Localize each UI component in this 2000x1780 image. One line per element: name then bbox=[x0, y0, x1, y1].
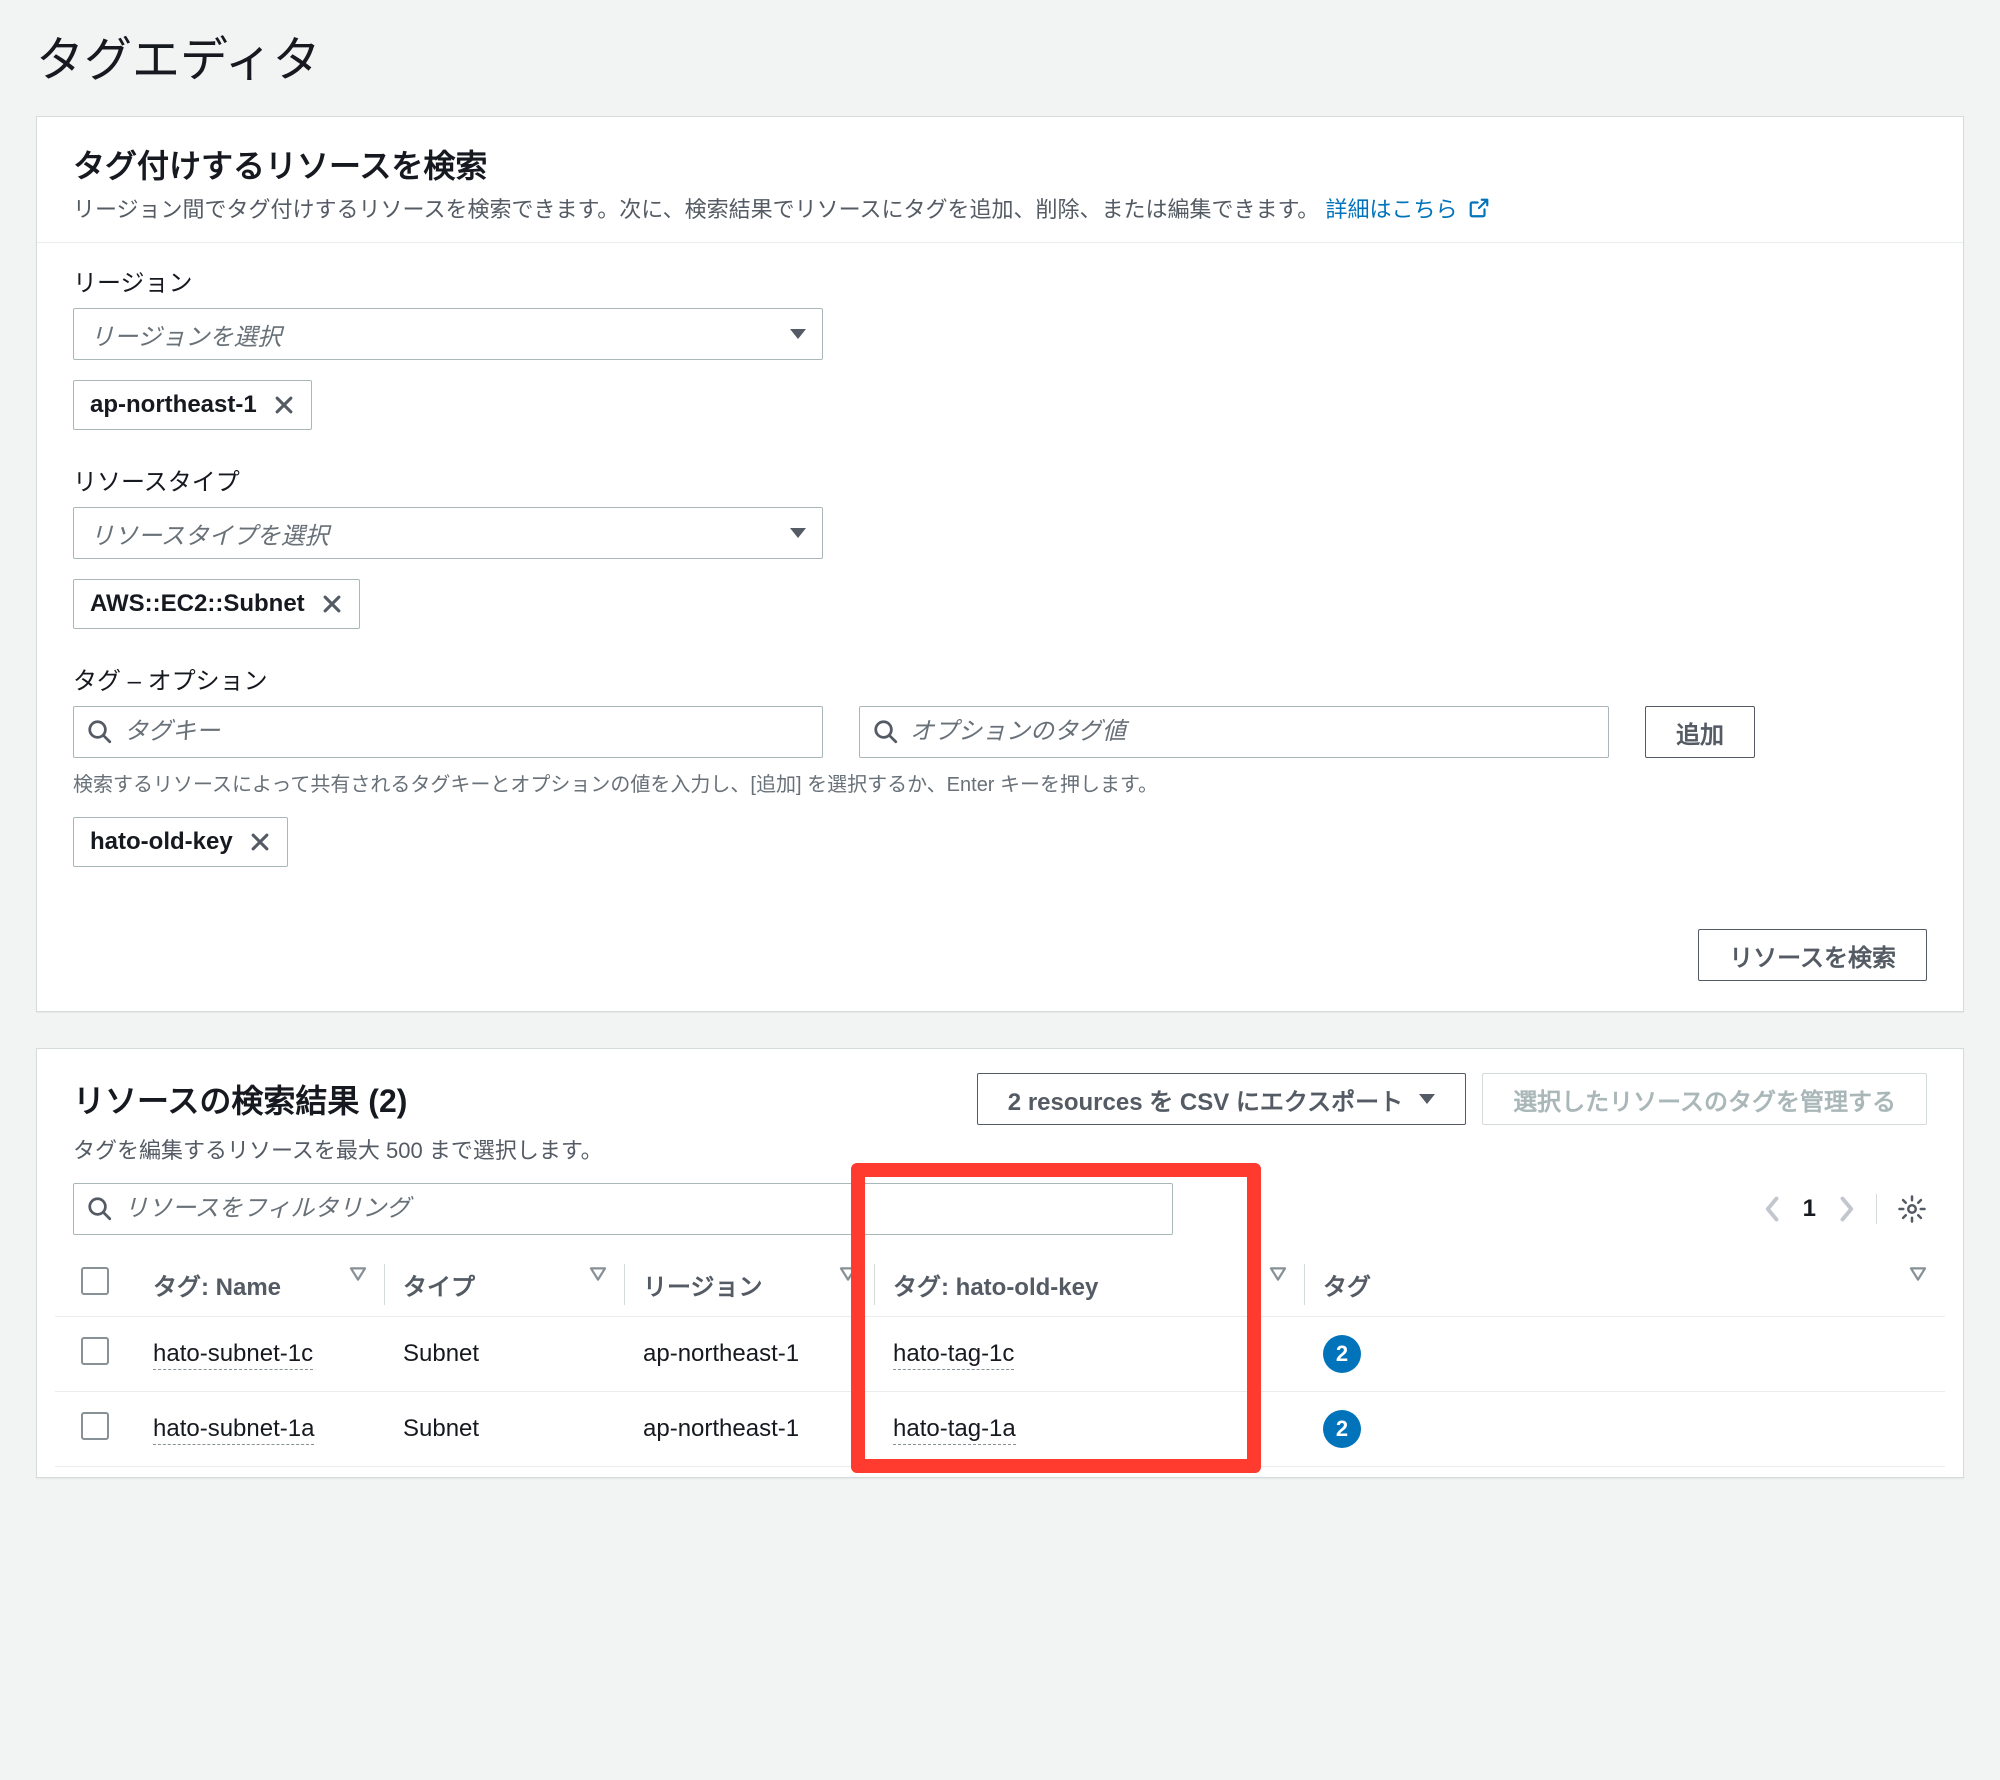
select-all-checkbox[interactable] bbox=[81, 1267, 109, 1295]
close-icon[interactable] bbox=[321, 593, 343, 615]
manage-tags-button[interactable]: 選択したリソースのタグを管理する bbox=[1482, 1073, 1927, 1125]
tag-value-input[interactable] bbox=[859, 706, 1609, 758]
row-checkbox[interactable] bbox=[81, 1412, 109, 1440]
cell-type: Subnet bbox=[385, 1317, 625, 1392]
cell-region: ap-northeast-1 bbox=[625, 1317, 875, 1392]
results-title: リソースの検索結果 (2) bbox=[73, 1076, 407, 1122]
cell-type: Subnet bbox=[385, 1392, 625, 1467]
close-icon[interactable] bbox=[249, 831, 271, 853]
prev-page-icon[interactable] bbox=[1763, 1195, 1783, 1223]
cell-tag-key[interactable]: hato-tag-1c bbox=[893, 1340, 1014, 1370]
search-panel: タグ付けするリソースを検索 リージョン間でタグ付けするリソースを検索できます。次… bbox=[36, 116, 1964, 1012]
close-icon[interactable] bbox=[273, 394, 295, 416]
resource-type-select[interactable]: リソースタイプを選択 bbox=[73, 507, 823, 559]
cell-tag-key[interactable]: hato-tag-1a bbox=[893, 1415, 1016, 1445]
region-label: リージョン bbox=[73, 263, 1927, 298]
tag-count-badge: 2 bbox=[1323, 1335, 1361, 1373]
table-row: hato-subnet-1a Subnetap-northeast-1 hato-t… bbox=[55, 1392, 1945, 1467]
search-resources-button[interactable]: リソースを検索 bbox=[1698, 929, 1927, 981]
search-panel-desc: リージョン間でタグ付けするリソースを検索できます。次に、検索結果でリソースにタグ… bbox=[73, 193, 1927, 228]
sort-icon bbox=[839, 1267, 857, 1281]
region-select[interactable]: リージョンを選択 bbox=[73, 308, 823, 360]
cell-name[interactable]: hato-subnet-1c bbox=[153, 1340, 313, 1370]
export-csv-button[interactable]: 2 resources を CSV にエクスポート bbox=[977, 1073, 1466, 1125]
resource-type-label: リソースタイプ bbox=[73, 462, 1927, 497]
search-icon bbox=[87, 1196, 113, 1222]
col-tags[interactable]: タグ bbox=[1305, 1253, 1945, 1317]
next-page-icon[interactable] bbox=[1836, 1195, 1856, 1223]
results-panel: リソースの検索結果 (2) 2 resources を CSV にエクスポート … bbox=[36, 1048, 1964, 1478]
col-region[interactable]: リージョン bbox=[625, 1253, 875, 1317]
sort-icon bbox=[589, 1267, 607, 1281]
learn-more-link[interactable]: 詳細はこちら bbox=[1325, 197, 1489, 222]
caret-down-icon bbox=[790, 528, 806, 538]
sort-icon bbox=[1269, 1267, 1287, 1281]
page-number: 1 bbox=[1803, 1195, 1816, 1223]
col-type[interactable]: タイプ bbox=[385, 1253, 625, 1317]
results-desc: タグを編集するリソースを最大 500 まで選択します。 bbox=[37, 1133, 1963, 1183]
filter-input[interactable] bbox=[73, 1183, 1173, 1235]
col-tag-key[interactable]: タグ: hato-old-key bbox=[875, 1253, 1305, 1317]
search-panel-title: タグ付けするリソースを検索 bbox=[73, 141, 1927, 187]
pager: 1 bbox=[1763, 1194, 1927, 1224]
search-icon bbox=[873, 719, 899, 745]
results-table: タグ: Name タイプ リージョン タグ: hato-old-key bbox=[55, 1253, 1945, 1467]
row-checkbox[interactable] bbox=[81, 1337, 109, 1365]
cell-name[interactable]: hato-subnet-1a bbox=[153, 1415, 314, 1445]
sort-icon bbox=[1909, 1267, 1927, 1281]
region-chip: ap-northeast-1 bbox=[73, 380, 312, 430]
resource-type-chip: AWS::EC2::Subnet bbox=[73, 579, 360, 629]
caret-down-icon bbox=[1419, 1094, 1435, 1104]
tag-chip: hato-old-key bbox=[73, 817, 288, 867]
page-title: タグエディタ bbox=[36, 20, 1964, 90]
sort-icon bbox=[349, 1267, 367, 1281]
table-row: hato-subnet-1c Subnetap-northeast-1 hato-t… bbox=[55, 1317, 1945, 1392]
search-icon bbox=[87, 719, 113, 745]
col-name[interactable]: タグ: Name bbox=[135, 1253, 385, 1317]
tags-label: タグ – オプション bbox=[73, 661, 1927, 696]
add-tag-button[interactable]: 追加 bbox=[1645, 706, 1755, 758]
tag-key-input[interactable] bbox=[73, 706, 823, 758]
cell-region: ap-northeast-1 bbox=[625, 1392, 875, 1467]
settings-icon[interactable] bbox=[1876, 1194, 1927, 1224]
tag-count-badge: 2 bbox=[1323, 1410, 1361, 1448]
external-link-icon bbox=[1468, 195, 1490, 228]
tags-hint: 検索するリソースによって共有されるタグキーとオプションの値を入力し、[追加] を… bbox=[73, 768, 1927, 797]
caret-down-icon bbox=[790, 329, 806, 339]
